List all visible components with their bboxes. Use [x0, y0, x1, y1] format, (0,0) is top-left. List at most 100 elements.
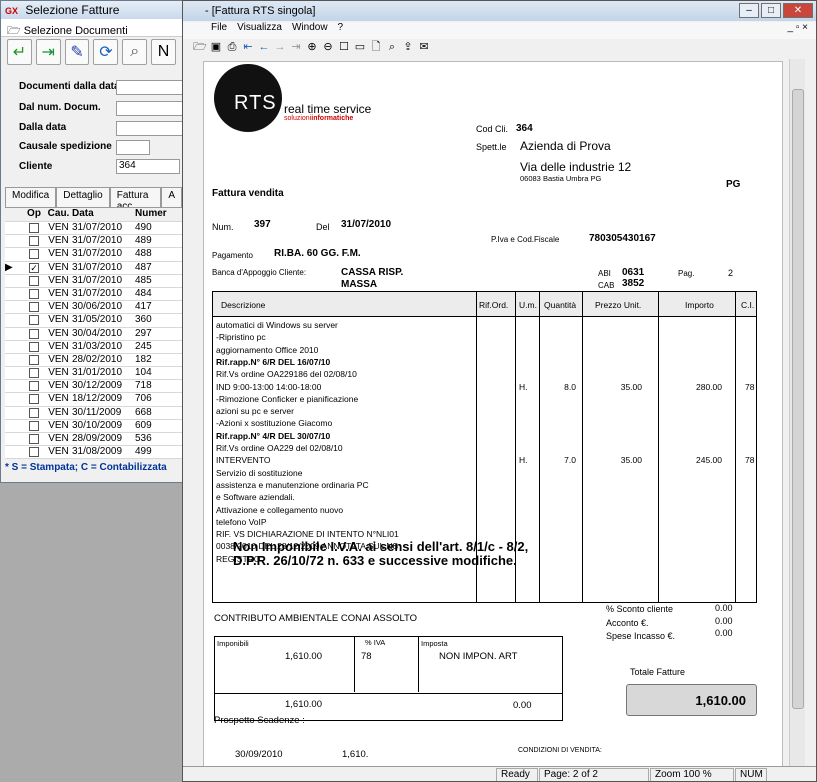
- checkbox-icon[interactable]: [29, 447, 39, 458]
- checkbox-icon[interactable]: [29, 394, 39, 405]
- row-selector[interactable]: [5, 380, 23, 392]
- checkbox-icon[interactable]: [29, 302, 39, 313]
- row-selector[interactable]: [5, 367, 23, 379]
- row-selector[interactable]: [5, 275, 23, 287]
- save-icon[interactable]: ▣: [209, 40, 223, 54]
- table-row[interactable]: VEN 31/03/2010 245: [5, 341, 182, 354]
- edit-pencil-icon[interactable]: ✎: [64, 39, 90, 65]
- row-selector[interactable]: ▶: [5, 262, 23, 274]
- previous-page-icon[interactable]: ←: [257, 40, 271, 54]
- checkbox-icon[interactable]: [29, 288, 39, 299]
- table-row[interactable]: VEN 31/07/2010 488: [5, 248, 182, 262]
- row-selector[interactable]: [5, 235, 23, 247]
- table-row[interactable]: VEN 30/12/2009 718: [5, 380, 182, 394]
- exit-door-icon[interactable]: ⇥: [35, 39, 61, 65]
- checked-checkbox-icon[interactable]: ✓: [29, 262, 39, 273]
- row-selector[interactable]: [5, 341, 23, 353]
- col-header-op[interactable]: Op: [23, 208, 45, 221]
- causale-spedizione-input[interactable]: [116, 140, 150, 155]
- checkbox-icon[interactable]: [29, 236, 39, 247]
- zoom-in-icon[interactable]: ⊕: [305, 40, 319, 54]
- last-page-icon[interactable]: ⇥: [289, 40, 303, 54]
- checkbox-icon[interactable]: [29, 420, 39, 431]
- send-icon[interactable]: ✉: [417, 40, 431, 54]
- checkbox-icon[interactable]: [29, 434, 39, 444]
- checkbox-icon[interactable]: [29, 368, 39, 379]
- table-row[interactable]: VEN 28/09/2009 536: [5, 433, 182, 447]
- close-icon[interactable]: ✕: [783, 3, 813, 18]
- row-selector[interactable]: [5, 433, 23, 445]
- vertical-scrollbar[interactable]: [789, 59, 805, 769]
- checkbox-icon[interactable]: [29, 407, 39, 418]
- menu-visualizza[interactable]: Visualizza: [237, 22, 282, 39]
- col-header-numero[interactable]: Numer: [135, 208, 182, 221]
- one-page-icon[interactable]: ☐: [337, 40, 351, 54]
- row-selector[interactable]: [5, 248, 23, 260]
- search-icon[interactable]: ⌕: [122, 39, 148, 65]
- enter-arrow-icon[interactable]: ↵: [7, 39, 32, 65]
- refresh-icon[interactable]: ⟳: [93, 39, 119, 65]
- dalla-data-input[interactable]: [116, 121, 182, 136]
- checkbox-icon[interactable]: [29, 328, 39, 339]
- table-row[interactable]: VEN 31/05/2010 360: [5, 314, 182, 328]
- next-page-icon[interactable]: →: [273, 40, 287, 54]
- maximize-icon[interactable]: □: [761, 3, 781, 18]
- row-selector[interactable]: [5, 328, 23, 340]
- checkbox-icon[interactable]: [29, 381, 39, 392]
- row-selector[interactable]: [5, 354, 23, 366]
- table-row[interactable]: VEN 31/07/2010 485: [5, 275, 182, 288]
- table-row[interactable]: VEN 31/01/2010 104: [5, 367, 182, 381]
- scrollbar-thumb[interactable]: [792, 89, 804, 709]
- menu-file[interactable]: File: [211, 22, 227, 39]
- find-binoculars-icon[interactable]: ⌕: [385, 40, 399, 54]
- table-row[interactable]: VEN 28/02/2010 182: [5, 353, 182, 368]
- two-pages-icon[interactable]: ▭: [353, 40, 367, 54]
- table-row[interactable]: VEN 31/07/2010 484: [5, 288, 182, 302]
- table-row[interactable]: VEN 30/11/2009 668: [5, 406, 182, 420]
- filter-label-causale-spedizione: Causale spedizione: [19, 141, 112, 152]
- cell-data: 28/02/2010: [72, 353, 123, 365]
- documenti-dalla-data-input[interactable]: [116, 80, 182, 95]
- row-selector[interactable]: [5, 393, 23, 405]
- menu-window[interactable]: Window: [292, 22, 328, 39]
- table-row[interactable]: ▶ ✓ VEN 31/07/2010 487: [5, 262, 182, 275]
- table-row[interactable]: VEN 30/06/2010 417: [5, 301, 182, 315]
- table-row[interactable]: VEN 31/07/2010 489: [5, 235, 182, 249]
- row-selector[interactable]: [5, 407, 23, 419]
- table-row[interactable]: VEN 31/08/2009 499: [5, 446, 182, 460]
- print-icon[interactable]: ⎙: [225, 40, 239, 54]
- window-title-bar[interactable]: GX Selezione Fatture: [1, 1, 182, 19]
- menu-help[interactable]: ?: [338, 22, 344, 39]
- mdi-controls-icon[interactable]: _ ▫ ×: [787, 22, 808, 33]
- checkbox-icon[interactable]: [29, 249, 39, 260]
- row-selector[interactable]: [5, 301, 23, 313]
- line-item-description: assistenza e manutenzione ordinaria PC: [216, 479, 369, 490]
- open-folder-icon[interactable]: 🗁: [193, 40, 207, 54]
- col-header-data[interactable]: Data: [72, 208, 135, 221]
- dal-num-docum-input[interactable]: [116, 101, 182, 116]
- page-setup-icon[interactable]: 🗋: [369, 40, 383, 54]
- more-icon[interactable]: N: [151, 39, 176, 65]
- cliente-input[interactable]: 364: [116, 159, 180, 174]
- window-title-bar[interactable]: - [Fattura RTS singola]: [183, 1, 816, 21]
- table-row[interactable]: VEN 30/04/2010 297: [5, 328, 182, 341]
- row-selector[interactable]: [5, 314, 23, 326]
- checkbox-icon[interactable]: [29, 275, 39, 286]
- row-selector[interactable]: [5, 446, 23, 458]
- row-selector[interactable]: [5, 222, 23, 234]
- cell-numero: 668: [135, 406, 152, 418]
- table-row[interactable]: VEN 18/12/2009 706: [5, 393, 182, 407]
- row-selector[interactable]: [5, 420, 23, 432]
- row-selector[interactable]: [5, 288, 23, 300]
- first-page-icon[interactable]: ⇤: [241, 40, 255, 54]
- col-header-cau[interactable]: Cau.: [45, 208, 72, 221]
- checkbox-icon[interactable]: [29, 315, 39, 326]
- checkbox-icon[interactable]: [29, 223, 39, 233]
- minimize-icon[interactable]: –: [739, 3, 759, 18]
- export-icon[interactable]: ⇪: [401, 40, 415, 54]
- zoom-out-icon[interactable]: ⊖: [321, 40, 335, 54]
- checkbox-icon[interactable]: [29, 354, 39, 365]
- table-row[interactable]: VEN 30/10/2009 609: [5, 420, 182, 433]
- table-row[interactable]: VEN 31/07/2010 490: [5, 222, 182, 236]
- checkbox-icon[interactable]: [29, 341, 39, 352]
